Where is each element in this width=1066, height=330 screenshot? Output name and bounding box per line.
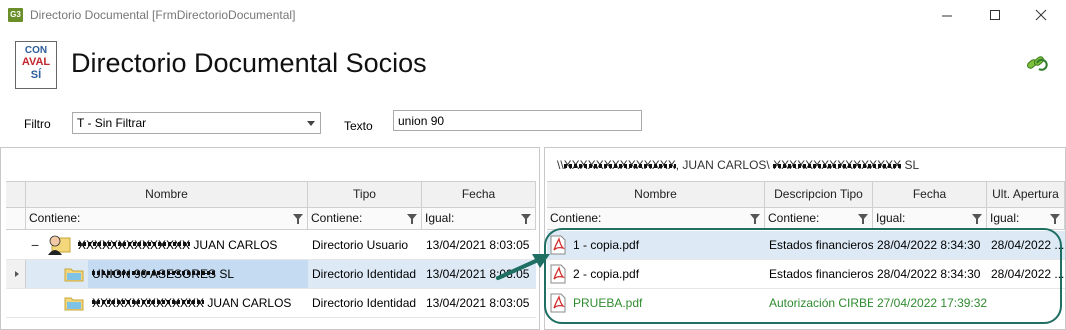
filter-nombre[interactable]: Contiene: — [547, 208, 765, 230]
annotation-arrow-icon — [496, 254, 550, 280]
filter-icon[interactable] — [293, 214, 303, 224]
redacted-text: XXXXXXXXXXXXXX — [92, 289, 205, 317]
page-title: Directorio Documental Socios — [71, 48, 427, 78]
filter-icon[interactable] — [750, 214, 760, 224]
column-ult-apertura[interactable]: Ult. Apertura — [987, 182, 1065, 208]
filter-icon[interactable] — [972, 214, 982, 224]
filter-descripcion[interactable]: Contiene: — [765, 208, 873, 230]
row-nombre: JUAN CARLOS — [193, 238, 278, 252]
folder-icon — [64, 268, 84, 282]
filter-fecha[interactable]: Igual: — [873, 208, 987, 230]
column-fecha[interactable]: Fecha — [422, 182, 536, 208]
table-row[interactable]: XXXXXXXXXXXXXX JUAN CARLOS Directorio Id… — [6, 289, 536, 318]
column-descripcion-tipo[interactable]: Descripcion Tipo — [765, 182, 873, 208]
filter-fecha[interactable]: Igual: — [422, 208, 536, 230]
folder-icon — [64, 297, 84, 311]
filter-row: Contiene: Contiene: Igual: — [6, 208, 536, 230]
filter-apertura[interactable]: Igual: — [987, 208, 1065, 230]
filter-icon[interactable] — [407, 214, 417, 224]
redacted-text: XXXXXXXXXXXXXX — [563, 158, 676, 172]
column-tipo[interactable]: Tipo — [308, 182, 422, 208]
row-fecha: 13/04/2021 8:03:05 — [426, 296, 530, 310]
row-nombre: JUAN CARLOS — [207, 296, 292, 310]
filter-icon[interactable] — [1050, 214, 1060, 224]
chevron-down-icon[interactable] — [307, 121, 315, 126]
title-bar: G3 Directorio Documental [FrmDirectorioD… — [0, 0, 1066, 30]
current-path: \\XXXXXXXXXXXXXX, JUAN CARLOS\ XXXXXXXXX… — [557, 158, 920, 172]
filter-tipo[interactable]: Contiene: — [308, 208, 422, 230]
row-indicator — [6, 260, 26, 288]
filtro-label: Filtro — [24, 117, 51, 131]
grid-header: Nombre Descripcion Tipo Fecha Ult. Apert… — [547, 182, 1065, 208]
column-fecha[interactable]: Fecha — [873, 182, 987, 208]
maximize-icon — [990, 10, 1000, 20]
close-icon — [1035, 9, 1047, 21]
directory-grid: Nombre Tipo Fecha Contiene: Contiene: Ig… — [6, 181, 536, 326]
minimize-icon — [942, 15, 952, 17]
texto-input[interactable]: union 90 — [393, 110, 642, 131]
table-row-selected[interactable]: UNION 90 ASESORES SL Directorio Identida… — [6, 260, 536, 289]
column-nombre[interactable]: Nombre — [547, 182, 765, 208]
texto-label: Texto — [344, 119, 373, 133]
filter-icon[interactable] — [858, 214, 868, 224]
left-panel: Nombre Tipo Fecha Contiene: Contiene: Ig… — [0, 147, 540, 330]
filter-row: Contiene: Contiene: Igual: Igual: — [547, 208, 1065, 230]
row-tipo: Directorio Usuario — [312, 238, 409, 252]
filter-nombre[interactable]: Contiene: — [26, 208, 308, 230]
refresh-button[interactable] — [1024, 52, 1048, 76]
refresh-link-icon — [1026, 56, 1048, 71]
row-tipo: Directorio Identidad — [312, 296, 417, 310]
collapse-icon[interactable]: − — [31, 237, 39, 253]
annotation-highlight — [544, 228, 1062, 324]
redacted-text: XXXXXXXXXXXXXX — [78, 231, 191, 259]
filtro-select[interactable]: T - Sin Filtrar — [72, 112, 321, 134]
redacted-text: UNION 90 ASESORES — [92, 260, 217, 288]
window-title: Directorio Documental [FrmDirectorioDocu… — [30, 8, 296, 22]
row-nombre: SL — [219, 267, 235, 281]
row-tipo: Directorio Identidad — [312, 267, 417, 281]
filter-icon[interactable] — [521, 214, 531, 224]
minimize-button[interactable] — [924, 3, 970, 27]
close-button[interactable] — [1018, 3, 1064, 27]
user-folder-icon — [48, 235, 71, 255]
app-icon: G3 — [8, 8, 23, 22]
row-pointer-icon — [15, 271, 19, 277]
maximize-button[interactable] — [972, 3, 1018, 27]
grid-header: Nombre Tipo Fecha — [6, 182, 536, 208]
conavalsi-logo: CON AVAL SÍ — [15, 41, 57, 89]
redacted-text: XXXXXXXXXXXXXXXX — [773, 158, 902, 172]
table-row[interactable]: − XXXXXXXXXXXXXX JUAN CARLOS Directorio … — [6, 231, 536, 260]
column-nombre[interactable]: Nombre — [26, 182, 308, 208]
filtro-value: T - Sin Filtrar — [77, 116, 147, 130]
